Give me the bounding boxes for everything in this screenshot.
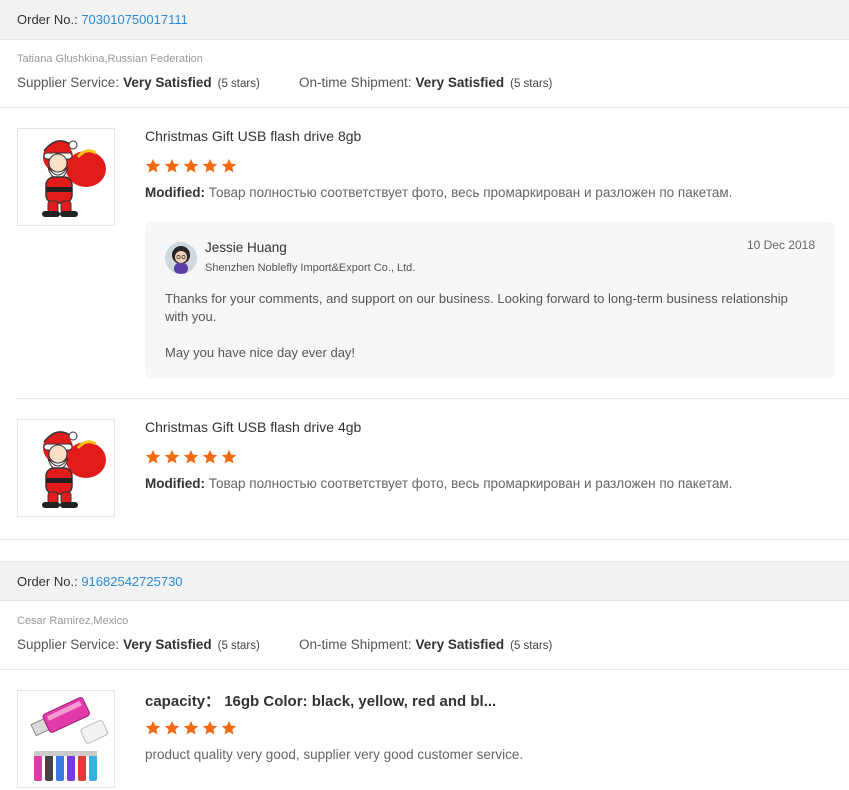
shipment-label: On-time Shipment:: [299, 75, 412, 90]
shipment-stars: (5 stars): [510, 78, 553, 90]
divider: [17, 398, 849, 399]
product-thumbnail-santa[interactable]: [17, 419, 115, 517]
star-icon: [183, 721, 199, 735]
replier-name: Jessie Huang: [205, 240, 287, 255]
divider: [0, 107, 849, 108]
star-icon: [164, 159, 180, 173]
buyer-name: Cesar Ramirez,Mexico: [17, 615, 129, 627]
feedback-text: Modified: Товар полностью соответствует …: [145, 476, 732, 491]
order-number-link[interactable]: 703010750017111: [81, 12, 188, 27]
star-icon: [164, 450, 180, 464]
avatar: [165, 242, 197, 274]
star-icon: [202, 450, 218, 464]
rating-stars: [145, 720, 240, 738]
replier-company: Shenzhen Noblefly Import&Export Co., Ltd…: [205, 262, 416, 274]
product-title[interactable]: Christmas Gift USB flash drive 8gb: [145, 128, 361, 144]
rating-stars: [145, 449, 240, 467]
star-icon: [164, 721, 180, 735]
star-icon: [183, 159, 199, 173]
feedback-content: Товар полностью соответствует фото, весь…: [208, 476, 733, 491]
star-icon: [202, 721, 218, 735]
modified-label: Modified:: [145, 476, 205, 491]
order-number-link[interactable]: 91682542725730: [81, 574, 182, 589]
rating-stars: [145, 158, 240, 176]
shipment-label: On-time Shipment:: [299, 637, 412, 652]
star-icon: [145, 159, 161, 173]
santa-image: [42, 431, 106, 508]
star-icon: [145, 450, 161, 464]
order-ratings: Supplier Service: Very Satisfied (5 stars)…: [17, 637, 552, 652]
santa-image: [42, 140, 106, 217]
product-title[interactable]: Christmas Gift USB flash drive 4gb: [145, 419, 361, 435]
buyer-name: Tatiana Glushkina,Russian Federation: [17, 53, 203, 65]
star-icon: [202, 159, 218, 173]
supplier-service-value: Very Satisfied: [123, 75, 212, 90]
usb-drive-image: [18, 691, 114, 787]
product-thumbnail-usb[interactable]: [17, 690, 115, 788]
divider: [0, 669, 849, 670]
star-icon: [221, 450, 237, 464]
order-header: Order No.: 703010750017111: [0, 0, 849, 40]
supplier-service-stars: (5 stars): [217, 78, 260, 90]
product-thumbnail-santa[interactable]: [17, 128, 115, 226]
order-label: Order No.: 703010750017111: [17, 12, 188, 27]
star-icon: [145, 721, 161, 735]
supplier-service-stars: (5 stars): [217, 640, 260, 652]
modified-label: Modified:: [145, 185, 205, 200]
shipment-value: Very Satisfied: [415, 75, 505, 90]
feedback-text: product quality very good, supplier very…: [145, 747, 523, 762]
supplier-service-value: Very Satisfied: [123, 637, 212, 652]
reply-text: Thanks for your comments, and support on…: [165, 290, 805, 362]
shipment-value: Very Satisfied: [415, 637, 505, 652]
star-icon: [183, 450, 199, 464]
star-icon: [221, 721, 237, 735]
supplier-service-label: Supplier Service:: [17, 637, 120, 652]
avatar-photo-icon: [165, 242, 197, 274]
divider: [0, 539, 849, 540]
reply-paragraph: May you have nice day ever day!: [165, 345, 356, 360]
order-header: Order No.: 91682542725730: [0, 561, 849, 601]
shipment-stars: (5 stars): [510, 640, 553, 652]
reply-paragraph: Thanks for your comments, and support on…: [165, 291, 788, 324]
feedback-text: Modified: Товар полностью соответствует …: [145, 185, 732, 200]
order-ratings: Supplier Service: Very Satisfied (5 stars)…: [17, 75, 552, 90]
feedback-content: product quality very good, supplier very…: [145, 747, 524, 762]
reply-date: 10 Dec 2018: [746, 238, 815, 252]
star-icon: [221, 159, 237, 173]
supplier-service-label: Supplier Service:: [17, 75, 120, 90]
feedback-content: Товар полностью соответствует фото, весь…: [208, 185, 733, 200]
product-title[interactable]: capacity： 16gb Color: black, yellow, red…: [145, 690, 496, 711]
seller-reply: Jessie Huang Shenzhen Noblefly Import&Ex…: [145, 222, 835, 378]
order-label: Order No.: 91682542725730: [17, 574, 183, 589]
